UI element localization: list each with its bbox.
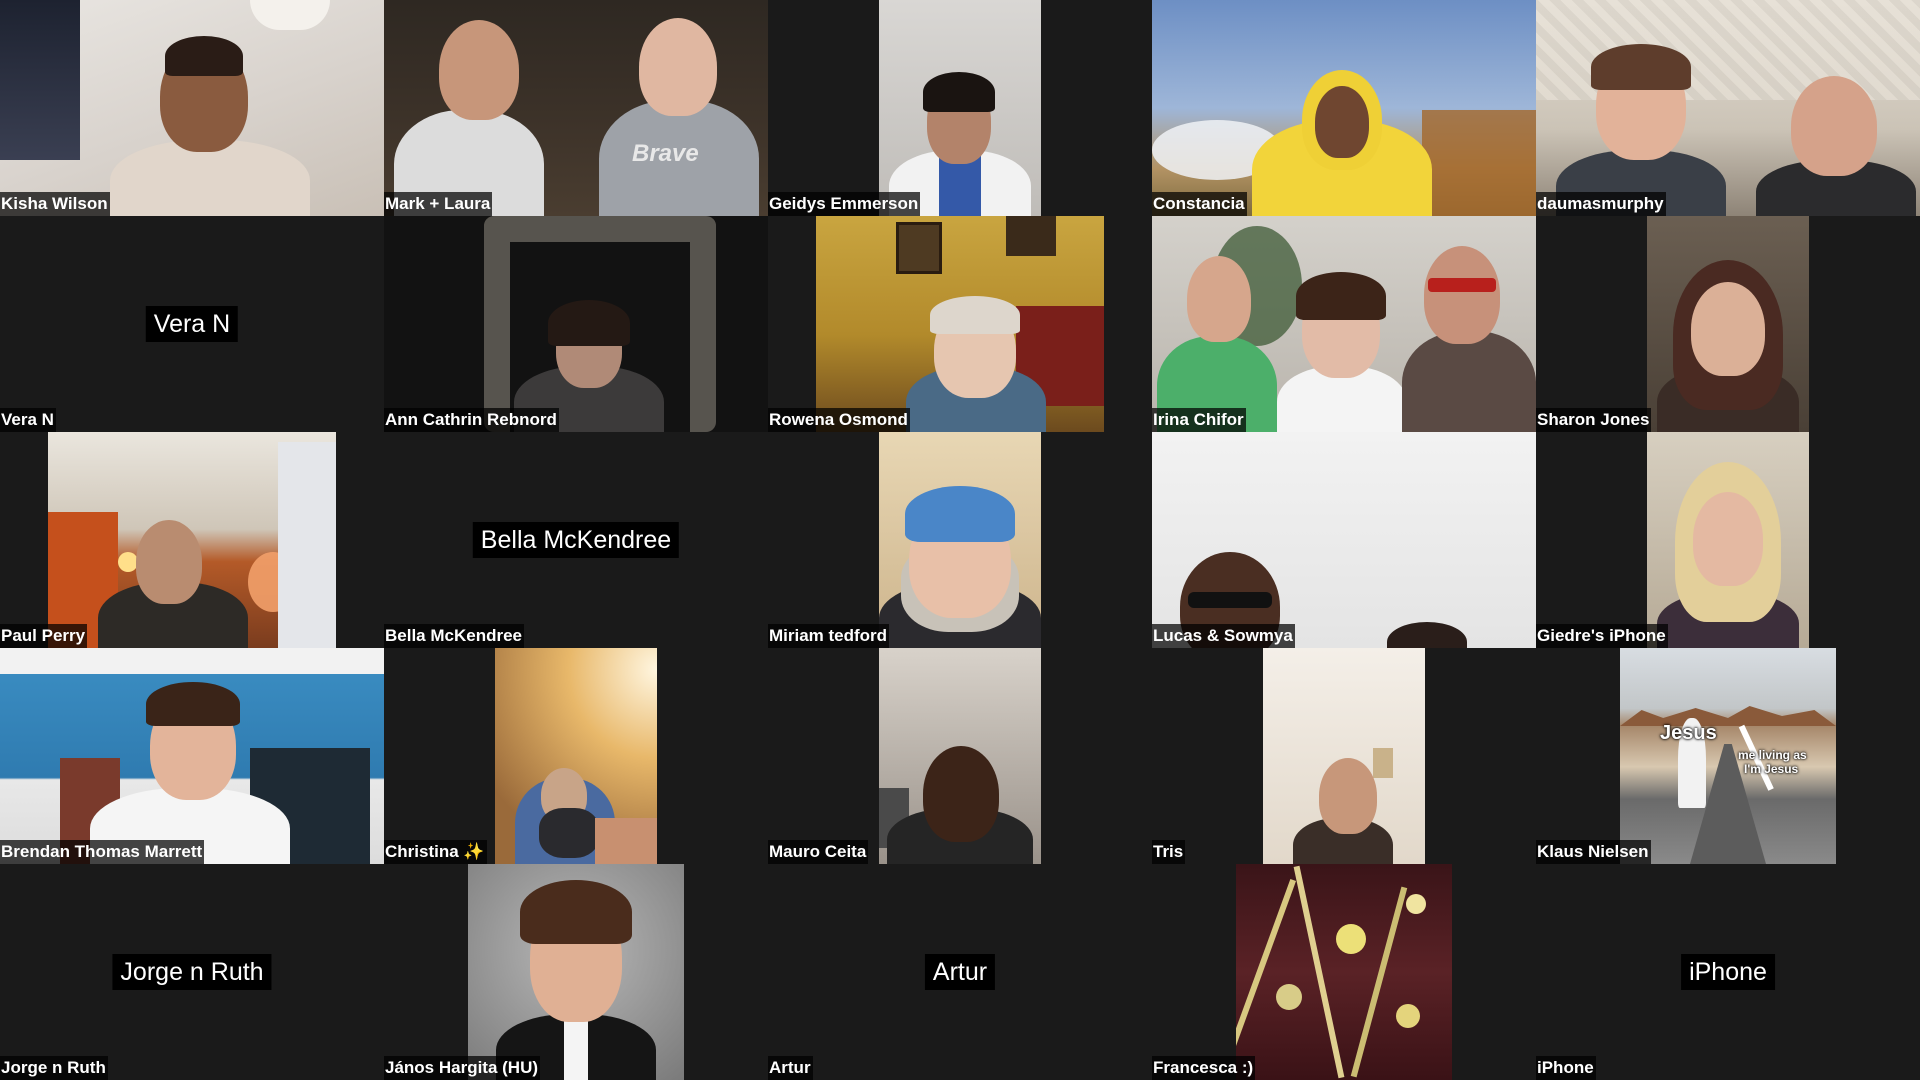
participant-tile-brendan-thomas-marrett[interactable]: Brendan Thomas Marrett	[0, 648, 384, 864]
video-feed	[1152, 0, 1536, 216]
participant-tile-miriam-tedford[interactable]: Miriam tedford	[768, 432, 1152, 648]
participant-name-placeholder: Bella McKendree	[472, 522, 680, 558]
participant-tile-jorge-n-ruth[interactable]: Jorge n Ruth Jorge n Ruth	[0, 864, 384, 1080]
video-feed	[48, 432, 336, 648]
participant-name: Sharon Jones	[1536, 408, 1652, 432]
video-feed	[1647, 432, 1809, 648]
participant-tile-vera-n[interactable]: Vera N Vera N	[0, 216, 384, 432]
participant-tile-kisha-wilson[interactable]: Kisha Wilson	[0, 0, 384, 216]
video-feed	[1536, 0, 1920, 216]
video-feed: Jesus me living as I'm Jesus	[1620, 648, 1836, 864]
participant-tile-iphone[interactable]: iPhone iPhone	[1536, 864, 1920, 1080]
video-feed	[0, 0, 384, 216]
participant-name: iPhone	[1536, 1056, 1596, 1080]
participant-tile-ann-cathrin-rebnord[interactable]: Ann Cathrin Rebnord	[384, 216, 768, 432]
participant-name: Kisha Wilson	[0, 192, 110, 216]
participant-name-placeholder: iPhone	[1681, 954, 1775, 990]
participant-name: Giedre's iPhone	[1536, 624, 1668, 648]
participant-name: daumasmurphy	[1536, 192, 1666, 216]
participant-name: Lucas & Sowmya	[1152, 624, 1295, 648]
gallery-view: Kisha Wilson Brave Mark + Laura Geidys E…	[0, 0, 1920, 1080]
participant-tile-tris[interactable]: Tris	[1152, 648, 1536, 864]
participant-name: Tris	[1152, 840, 1186, 864]
participant-name-placeholder: Jorge n Ruth	[112, 954, 272, 990]
participant-tile-giedres-iphone[interactable]: Giedre's iPhone	[1536, 432, 1920, 648]
video-feed	[879, 0, 1041, 216]
video-feed	[468, 864, 684, 1080]
participant-tile-sharon-jones[interactable]: Sharon Jones	[1536, 216, 1920, 432]
participant-tile-mark-laura[interactable]: Brave Mark + Laura	[384, 0, 768, 216]
meme-title: Jesus	[1660, 722, 1717, 744]
participant-name: Christina ✨	[384, 840, 487, 864]
video-feed	[816, 216, 1104, 432]
video-feed	[879, 648, 1041, 864]
participant-name: Klaus Nielsen	[1536, 840, 1651, 864]
participant-name: Francesca :)	[1152, 1056, 1256, 1080]
video-feed	[1647, 216, 1809, 432]
participant-tile-rowena-osmond[interactable]: Rowena Osmond	[768, 216, 1152, 432]
video-feed	[1236, 864, 1452, 1080]
participant-name-placeholder: Vera N	[145, 306, 239, 342]
participant-name: Bella McKendree	[384, 624, 524, 648]
participant-name: Miriam tedford	[768, 624, 890, 648]
participant-tile-irina-chifor[interactable]: Irina Chifor	[1152, 216, 1536, 432]
participant-tile-geidys-emmerson[interactable]: Geidys Emmerson	[768, 0, 1152, 216]
video-feed	[879, 432, 1041, 648]
video-feed	[1152, 432, 1536, 648]
participant-name: Ann Cathrin Rebnord	[384, 408, 559, 432]
video-feed: Brave	[384, 0, 768, 216]
participant-tile-constancia[interactable]: Constancia	[1152, 0, 1536, 216]
participant-tile-francesca[interactable]: Francesca :)	[1152, 864, 1536, 1080]
video-feed	[384, 216, 768, 432]
participant-name: Paul Perry	[0, 624, 88, 648]
participant-tile-daumasmurphy[interactable]: daumasmurphy	[1536, 0, 1920, 216]
meme-caption-2: I'm Jesus	[1744, 762, 1799, 776]
video-feed	[495, 648, 657, 864]
participant-tile-christina[interactable]: Christina ✨	[384, 648, 768, 864]
participant-tile-mauro-ceita[interactable]: Mauro Ceita	[768, 648, 1152, 864]
participant-name: Geidys Emmerson	[768, 192, 921, 216]
participant-name: Artur	[768, 1056, 813, 1080]
participant-tile-paul-perry[interactable]: Paul Perry	[0, 432, 384, 648]
participant-tile-bella-mckendree[interactable]: Bella McKendree Bella McKendree	[384, 432, 768, 648]
participant-name: Jorge n Ruth	[0, 1056, 108, 1080]
participant-name: Mark + Laura	[384, 192, 493, 216]
participant-name-placeholder: Artur	[924, 954, 996, 990]
participant-name: János Hargita (HU)	[384, 1056, 541, 1080]
participant-name: Rowena Osmond	[768, 408, 910, 432]
participant-tile-klaus-nielsen[interactable]: Jesus me living as I'm Jesus Klaus Niels…	[1536, 648, 1920, 864]
participant-name: Constancia	[1152, 192, 1247, 216]
participant-tile-janos-hargita[interactable]: János Hargita (HU)	[384, 864, 768, 1080]
meme-caption-1: me living as	[1738, 748, 1807, 762]
participant-tile-artur[interactable]: Artur Artur	[768, 864, 1152, 1080]
participant-tile-lucas-sowmya[interactable]: Lucas & Sowmya	[1152, 432, 1536, 648]
participant-name: Irina Chifor	[1152, 408, 1246, 432]
shirt-text: Brave	[632, 140, 699, 167]
video-feed	[1263, 648, 1425, 864]
video-feed	[1152, 216, 1536, 432]
participant-name: Mauro Ceita	[768, 840, 869, 864]
video-feed	[0, 648, 384, 864]
participant-name: Vera N	[0, 408, 56, 432]
participant-name: Brendan Thomas Marrett	[0, 840, 205, 864]
